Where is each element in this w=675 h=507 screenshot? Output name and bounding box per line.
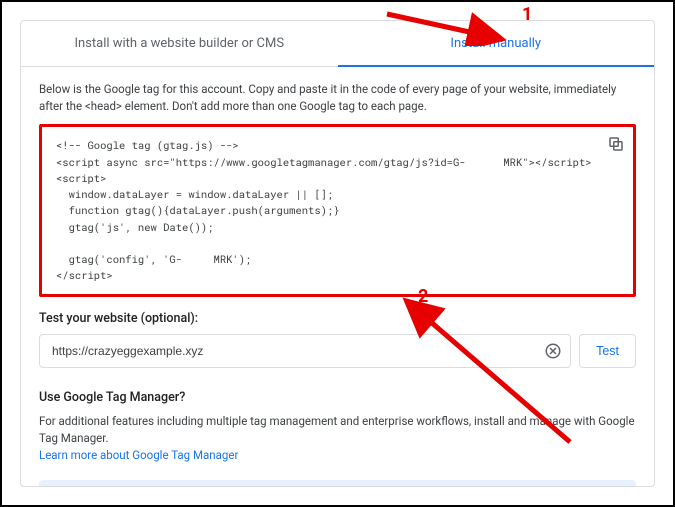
test-button[interactable]: Test [579,334,636,368]
intro-text: Below is the Google tag for this account… [39,81,636,114]
tab-bar: Install with a website builder or CMS In… [21,21,654,67]
gtm-desc: For additional features including multip… [39,413,636,465]
test-title: Test your website (optional): [39,311,636,326]
code-snippet[interactable]: <!-- Google tag (gtag.js) --> <script as… [56,137,599,283]
content: Below is the Google tag for this account… [21,67,654,487]
tab-manual[interactable]: Install manually [338,21,655,66]
test-input-wrap [39,334,571,368]
gtm-learn-more-link[interactable]: Learn more about Google Tag Manager [39,448,238,462]
gtm-desc-text: For additional features including multip… [39,414,635,445]
test-row: Test [39,334,636,368]
install-card: Install with a website builder or CMS In… [20,20,655,487]
tab-underline [338,65,655,67]
code-snippet-box: <!-- Google tag (gtag.js) --> <script as… [39,124,636,296]
test-url-input[interactable] [52,344,544,358]
gtm-title: Use Google Tag Manager? [39,390,636,405]
clear-icon[interactable] [544,342,562,360]
tab-builder[interactable]: Install with a website builder or CMS [21,21,338,66]
consent-banner: If you have end users in the European Ec… [39,480,636,487]
copy-icon[interactable] [607,135,625,153]
